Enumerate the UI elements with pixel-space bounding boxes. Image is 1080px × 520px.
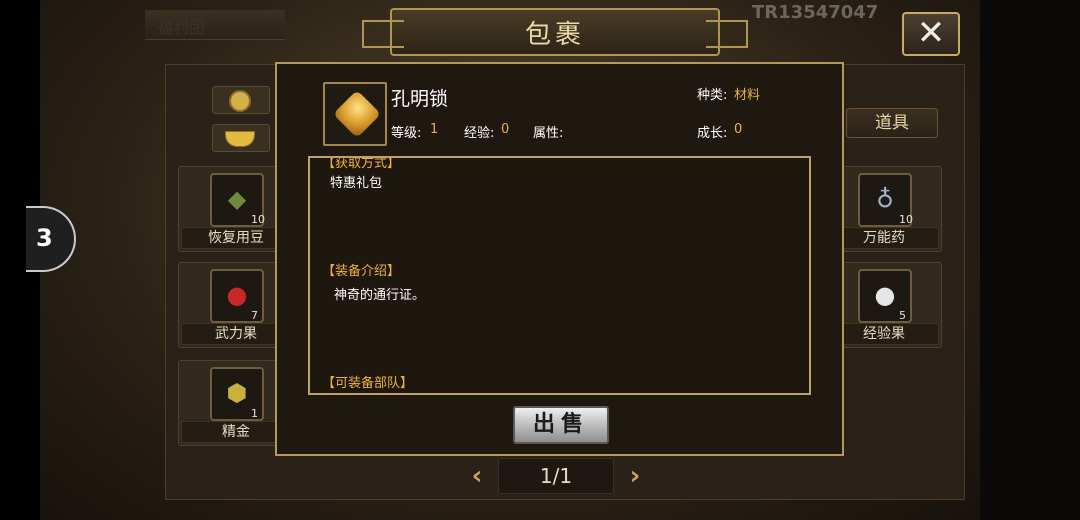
level-value: 1 [430,122,439,137]
item-count: 5 [899,309,906,322]
sell-button[interactable]: 出售 [513,406,609,444]
item-title: 孔明锁 [391,88,449,110]
tab-items[interactable]: 道具 [846,108,938,138]
background-tab: 福利团 [145,10,285,40]
ingot-icon [225,131,255,147]
level-label: 等级: [391,126,422,141]
item-count: 10 [251,213,265,226]
puzzle-lock-icon [332,89,382,139]
item-detail-popup: 孔明锁 种类: 材料 等级: 1 经验: 0 属性: 成长: 0 【获取方式】 … [275,62,844,456]
page-indicator: 1/1 [498,458,614,494]
window-title: 包裹 [524,19,585,50]
equipment-intro-title: 【装备介绍】 [322,264,401,279]
attribute-label: 属性: [533,126,564,141]
obtain-method-title: 【获取方式】 [322,156,401,171]
exp-value: 0 [501,122,510,137]
equipment-intro-text: 神奇的通行证。 [334,288,426,303]
exp-label: 经验: [464,126,495,141]
category-value: 材料 [734,88,761,103]
item-count: 1 [251,407,258,420]
item-count: 7 [251,309,258,322]
item-count: 10 [899,213,913,226]
right-dark-panel [980,0,1080,520]
pagination: ‹ 1/1 › [466,456,646,496]
gold-ingot-currency [212,124,270,152]
next-page-arrow-icon[interactable]: › [624,462,646,492]
title-plate: 包裹 [362,8,748,56]
assistant-logo-icon: 3 [36,224,53,252]
coin-icon [229,90,251,112]
close-button[interactable]: ✕ [902,12,960,56]
growth-label: 成长: [697,126,728,141]
previous-page-arrow-icon[interactable]: ‹ [466,462,488,492]
growth-value: 0 [734,122,743,137]
equippable-units-title: 【可装备部队】 [322,376,414,391]
server-code: TR13547047 [752,2,879,23]
item-icon-frame [323,82,387,146]
item-name: 万能药 [829,227,939,249]
copper-coin-currency [212,86,270,114]
description-box[interactable]: 【获取方式】 特惠礼包 【装备介绍】 神奇的通行证。 【可装备部队】 [308,156,811,395]
close-icon: ✕ [916,13,946,53]
item-name: 经验果 [829,323,939,345]
obtain-method-text: 特惠礼包 [330,176,383,191]
category-label: 种类: [697,88,728,103]
